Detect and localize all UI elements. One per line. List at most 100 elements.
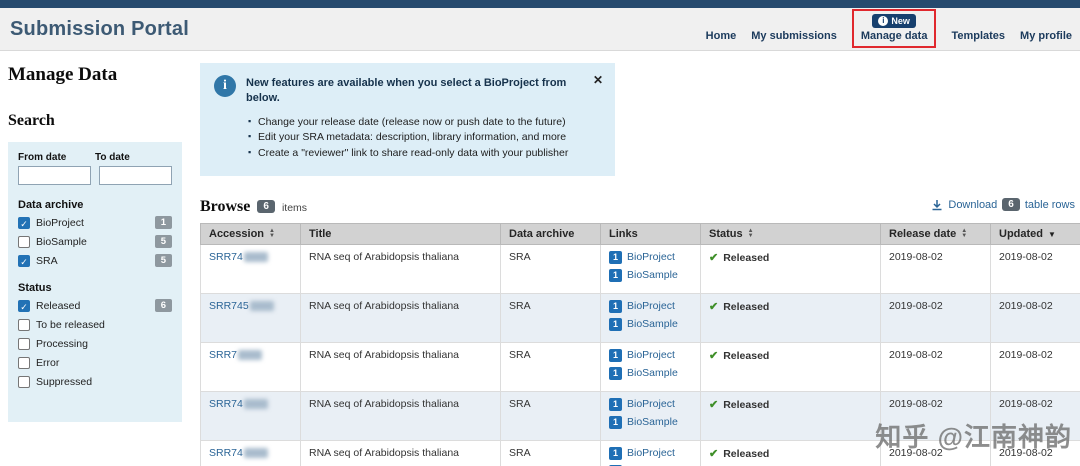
sort-icon: ▲▼ <box>748 229 754 239</box>
link-bioproject[interactable]: BioProject <box>627 349 675 361</box>
updated-cell: 2019-08-02 <box>991 293 1080 342</box>
link-bioproject[interactable]: BioProject <box>627 300 675 312</box>
notice-intro: New features are available when you sele… <box>246 76 576 106</box>
results-table: Accession▲▼TitleData archiveLinksStatus▲… <box>200 223 1080 466</box>
release-date-cell: 2019-08-02 <box>881 391 991 440</box>
checkbox[interactable]: ✓ <box>18 300 30 312</box>
link-line: 1 BioProject <box>609 251 692 264</box>
accession-link[interactable]: SRR74 <box>209 398 243 410</box>
page-title: Manage Data <box>8 64 200 86</box>
filter-option-label: Suppressed <box>36 376 92 388</box>
nav-item-manage-data[interactable]: Manage data <box>861 30 928 46</box>
nav-item-my-submissions[interactable]: My submissions <box>751 30 837 47</box>
notice-bullets: Change your release date (release now or… <box>246 115 591 162</box>
release-date-cell: 2019-08-02 <box>881 293 991 342</box>
filter-option-processing[interactable]: Processing <box>18 336 172 351</box>
check-icon: ✔ <box>709 448 718 460</box>
accession-wrap: SRR74 <box>209 251 268 263</box>
filter-option-suppressed[interactable]: Suppressed <box>18 374 172 389</box>
link-biosample[interactable]: BioSample <box>627 416 678 428</box>
filter-option-to-be-released[interactable]: To be released <box>18 317 172 332</box>
status-cell: ✔ Released <box>701 244 881 293</box>
notice-bullet: Create a "reviewer" link to share read-o… <box>246 146 591 162</box>
filter-group-title: Status <box>18 282 172 294</box>
count-badge: 6 <box>155 299 172 312</box>
column-header-release-date[interactable]: Release date▲▼ <box>881 223 991 244</box>
link-count-badge: 1 <box>609 251 622 264</box>
link-bioproject[interactable]: BioProject <box>627 398 675 410</box>
column-header-status[interactable]: Status▲▼ <box>701 223 881 244</box>
link-count-badge: 1 <box>609 447 622 460</box>
redacted-text <box>244 399 268 409</box>
link-bioproject[interactable]: BioProject <box>627 447 675 459</box>
accession-link[interactable]: SRR745 <box>209 300 249 312</box>
notice-banner: i ✕ New features are available when you … <box>200 63 615 176</box>
filter-option-label: BioProject <box>36 217 84 229</box>
links-cell: 1BioProject1BioSample <box>601 440 701 466</box>
check-icon: ✔ <box>709 252 718 264</box>
status-cell: ✔ Released <box>701 440 881 466</box>
column-header-accession[interactable]: Accession▲▼ <box>201 223 301 244</box>
accession-link[interactable]: SRR74 <box>209 447 243 459</box>
archive-cell: SRA <box>501 293 601 342</box>
redacted-text <box>250 301 274 311</box>
status-text: Released <box>723 448 769 460</box>
archive-cell: SRA <box>501 244 601 293</box>
checkbox[interactable] <box>18 236 30 248</box>
accession-wrap: SRR7 <box>209 349 262 361</box>
filter-option-label: Processing <box>36 338 88 350</box>
accession-cell: SRR74 <box>201 244 301 293</box>
info-icon: i <box>878 16 888 26</box>
red-box-annotation: iNewManage data <box>852 9 937 48</box>
updated-cell: 2019-08-02 <box>991 244 1080 293</box>
main-content: Manage Data Search From date To date Dat… <box>0 51 1080 466</box>
accession-link[interactable]: SRR74 <box>209 251 243 263</box>
link-count-badge: 1 <box>609 269 622 282</box>
link-line: 1 BioSample <box>609 269 692 282</box>
to-date-input[interactable] <box>99 166 172 185</box>
link-biosample[interactable]: BioSample <box>627 318 678 330</box>
status-cell: ✔Released <box>701 342 881 391</box>
checkbox[interactable]: ✓ <box>18 217 30 229</box>
column-header-updated[interactable]: Updated▼ <box>991 223 1080 244</box>
checkbox[interactable] <box>18 376 30 388</box>
link-count-badge: 1 <box>609 349 622 362</box>
to-date-label: To date <box>95 152 172 163</box>
nav-item-my-profile[interactable]: My profile <box>1020 30 1072 47</box>
check-icon: ✔ <box>709 301 718 313</box>
accession-link[interactable]: SRR7 <box>209 349 237 361</box>
filter-option-error[interactable]: Error <box>18 355 172 370</box>
link-line: 1BioSample <box>609 318 692 331</box>
status-text: Released <box>723 252 769 264</box>
checkbox[interactable] <box>18 357 30 369</box>
title-cell: RNA seq of Arabidopsis thaliana <box>301 391 501 440</box>
link-count-badge: 1 <box>609 416 622 429</box>
filter-option-sra[interactable]: ✓SRA5 <box>18 253 172 268</box>
link-line: 1BioProject <box>609 300 692 313</box>
checkbox[interactable] <box>18 319 30 331</box>
link-bioproject[interactable]: BioProject <box>627 251 675 263</box>
column-header-data-archive: Data archive <box>501 223 601 244</box>
from-date-input[interactable] <box>18 166 91 185</box>
download-suffix: table rows <box>1025 199 1075 211</box>
download-link[interactable]: Download <box>948 199 997 211</box>
filter-option-biosample[interactable]: BioSample5 <box>18 234 172 249</box>
sort-icon: ▲▼ <box>961 229 967 239</box>
notice-close-button[interactable]: ✕ <box>593 73 603 87</box>
filter-option-released[interactable]: ✓Released6 <box>18 298 172 313</box>
link-biosample[interactable]: BioSample <box>627 269 678 281</box>
redacted-text <box>244 448 268 458</box>
link-count-badge: 1 <box>609 398 622 411</box>
link-line: 1 BioSample <box>609 367 692 380</box>
checkbox[interactable] <box>18 338 30 350</box>
link-biosample[interactable]: BioSample <box>627 367 678 379</box>
filter-option-label: BioSample <box>36 236 87 248</box>
right-column: i ✕ New features are available when you … <box>200 51 1080 466</box>
link-count-badge: 1 <box>609 367 622 380</box>
table-row: SRR745RNA seq of Arabidopsis thalianaSRA… <box>201 293 1080 342</box>
column-header-title: Title <box>301 223 501 244</box>
nav-item-templates[interactable]: Templates <box>951 30 1005 47</box>
nav-item-home[interactable]: Home <box>706 30 737 47</box>
filter-option-bioproject[interactable]: ✓BioProject1 <box>18 215 172 230</box>
checkbox[interactable]: ✓ <box>18 255 30 267</box>
